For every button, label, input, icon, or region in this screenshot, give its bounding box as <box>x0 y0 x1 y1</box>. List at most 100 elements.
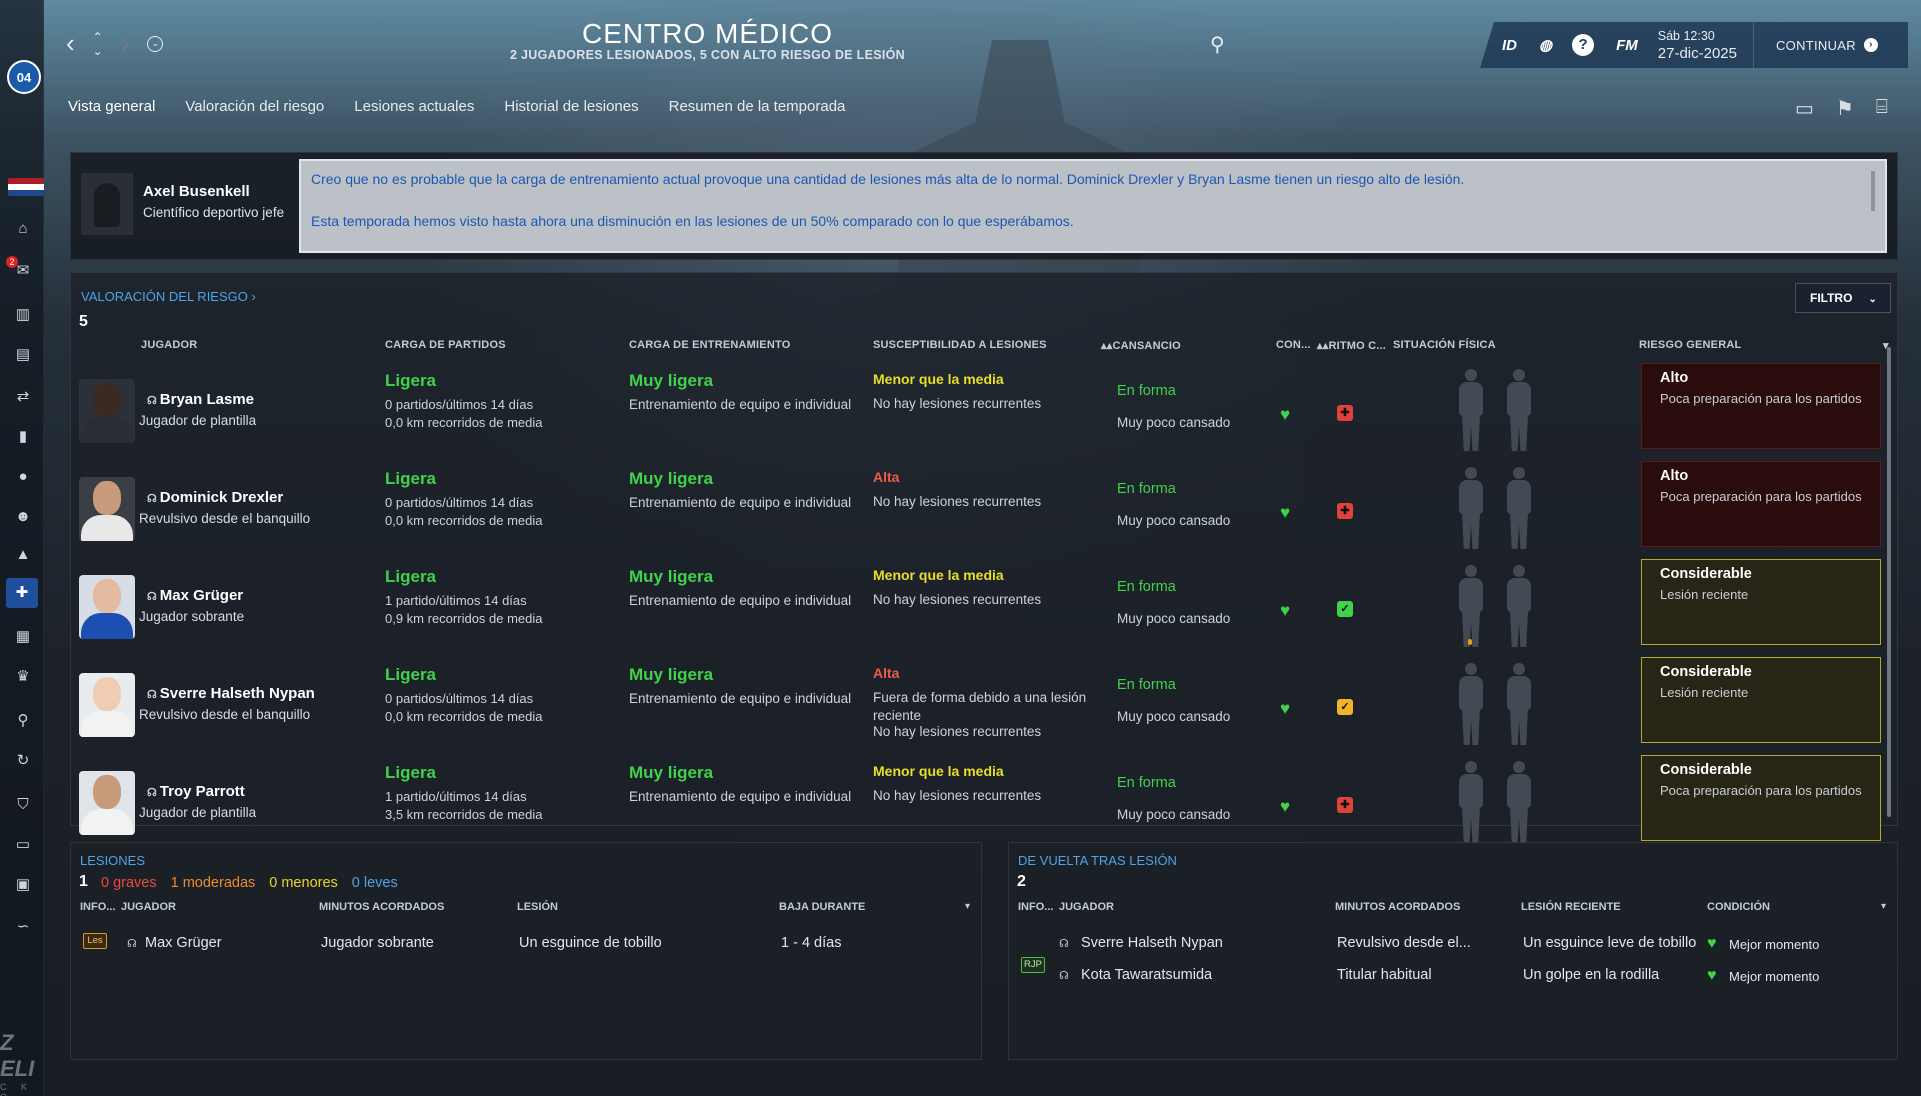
returning-player-name[interactable]: Sverre Halseth Nypan <box>1081 935 1223 951</box>
club-logo[interactable]: 04 <box>7 60 41 94</box>
briefcase-icon[interactable]: ▭ <box>12 836 34 854</box>
injuries-title[interactable]: LESIONES <box>80 853 145 868</box>
risk-table-row[interactable]: ☊ Bryan Lasme Jugador de plantilla Ligera… <box>71 357 1886 455</box>
player-name[interactable]: ☊ Dominick Drexler <box>147 489 283 506</box>
body-back-icon[interactable] <box>1503 369 1535 451</box>
column-options-caret[interactable]: ▾ <box>965 901 970 912</box>
body-front-icon[interactable] <box>1455 565 1487 647</box>
column-header-match-load[interactable]: CARGA DE PARTIDOS <box>385 339 506 351</box>
player-avatar[interactable] <box>79 673 135 737</box>
forward-arrow-icon[interactable]: › <box>121 28 130 59</box>
column-header-condition[interactable]: CONDICIÓN <box>1707 901 1770 913</box>
body-front-icon[interactable] <box>1455 761 1487 843</box>
column-header-minutes[interactable]: MINUTOS ACORDADOS <box>319 901 444 913</box>
tab-season-summary[interactable]: Resumen de la temporada <box>669 98 846 115</box>
chevron-down-icon[interactable]: ⌄ <box>147 35 164 52</box>
risk-table-row[interactable]: ☊ Sverre Halseth Nypan Revulsivo desde el… <box>71 651 1886 749</box>
flag-icon[interactable]: ⚑ <box>1836 96 1854 121</box>
trend-icon[interactable]: ∽ <box>12 918 34 936</box>
player-avatar[interactable] <box>79 771 135 835</box>
overall-risk-box[interactable]: Alto Poca preparación para los partidos <box>1641 363 1881 449</box>
column-header-player[interactable]: JUGADOR <box>141 339 197 351</box>
back-arrow-icon[interactable]: ‹ <box>66 28 75 59</box>
column-header-injury[interactable]: LESIÓN <box>517 901 558 913</box>
risk-assessment-link[interactable]: VALORACIÓN DEL RIESGO › <box>81 289 256 304</box>
squad-icon[interactable]: ▥ <box>12 306 34 324</box>
column-header-out-for[interactable]: BAJA DURANTE <box>779 901 865 913</box>
shield-icon[interactable]: ⛉ <box>12 796 34 814</box>
risk-table-row[interactable]: ☊ Max Grüger Jugador sobrante Ligera 1 pa… <box>71 553 1886 651</box>
scouting-search-icon[interactable]: ⚲ <box>12 712 34 730</box>
clipboard-icon[interactable]: ▤ <box>12 346 34 364</box>
id-icon[interactable]: ID <box>1502 37 1517 54</box>
risk-table-scrollbar[interactable] <box>1887 347 1891 817</box>
column-header-player[interactable]: JUGADOR <box>121 901 176 913</box>
body-front-icon[interactable] <box>1455 369 1487 451</box>
help-icon[interactable]: ? <box>1572 34 1595 56</box>
tab-injury-history[interactable]: Historial de lesiones <box>504 98 638 115</box>
body-back-icon[interactable] <box>1503 565 1535 647</box>
body-front-icon[interactable] <box>1455 663 1487 745</box>
injured-player-name[interactable]: Max Grüger <box>145 935 222 951</box>
tab-risk-assessment[interactable]: Valoración del riesgo <box>185 98 324 115</box>
column-header-overall-risk[interactable]: RIESGO GENERAL <box>1639 339 1741 351</box>
column-header-fatigue[interactable]: ▴▴CANSANCIO <box>1101 339 1181 352</box>
player-avatar[interactable] <box>79 477 135 541</box>
nation-flag-icon[interactable] <box>8 178 44 196</box>
body-back-icon[interactable] <box>1503 663 1535 745</box>
player-name[interactable]: ☊ Bryan Lasme <box>147 391 254 408</box>
body-back-icon[interactable] <box>1503 467 1535 549</box>
player-name[interactable]: ☊ Max Grüger <box>147 587 243 604</box>
column-header-training-load[interactable]: CARGA DE ENTRENAMIENTO <box>629 339 790 351</box>
risk-table-row[interactable]: ☊ Dominick Drexler Revulsivo desde el ban… <box>71 455 1886 553</box>
staff-avatar[interactable] <box>81 173 133 235</box>
column-header-physical[interactable]: SITUACIÓN FÍSICA <box>1393 339 1496 351</box>
medical-centre-icon[interactable]: ✚ <box>6 578 38 608</box>
column-header-info[interactable]: INFO... <box>1018 901 1053 913</box>
column-header-rhythm[interactable]: ▴▴RITMO C... <box>1317 339 1386 352</box>
tab-overview[interactable]: Vista general <box>68 98 155 115</box>
continue-button[interactable]: CONTINUAR › <box>1776 38 1878 53</box>
player-avatar[interactable] <box>79 379 135 443</box>
refresh-icon[interactable]: ↻ <box>12 752 34 770</box>
trophy-icon[interactable]: ♛ <box>12 668 34 686</box>
search-icon[interactable]: ⚲ <box>1210 32 1232 56</box>
column-header-condition[interactable]: CON... <box>1276 339 1311 351</box>
returning-player-name[interactable]: Kota Tawaratsumida <box>1081 967 1212 983</box>
staff-icon[interactable]: ☻ <box>12 508 34 526</box>
column-header-info[interactable]: INFO... <box>80 901 115 913</box>
column-header-recent-injury[interactable]: LESIÓN RECIENTE <box>1521 901 1621 913</box>
staff-name[interactable]: Axel Busenkell <box>143 183 250 200</box>
column-header-player[interactable]: JUGADOR <box>1059 901 1114 913</box>
trash-icon[interactable]: ⌸ <box>1876 96 1888 121</box>
transfers-icon[interactable]: ⇄ <box>12 388 34 406</box>
player-name[interactable]: ☊ Troy Parrott <box>147 783 245 800</box>
tab-current-injuries[interactable]: Lesiones actuales <box>354 98 474 115</box>
home-icon[interactable]: ⌂ <box>12 220 34 238</box>
finances-icon[interactable]: ▣ <box>12 876 34 894</box>
overall-risk-box[interactable]: Considerable Lesión reciente <box>1641 657 1881 743</box>
column-header-minutes[interactable]: MINUTOS ACORDADOS <box>1335 901 1460 913</box>
up-down-icon[interactable]: ⌃ ⌄ <box>93 30 103 58</box>
training-icon[interactable]: ▲ <box>12 546 34 564</box>
player-avatar[interactable] <box>79 575 135 639</box>
column-options-caret[interactable]: ▾ <box>1881 901 1886 912</box>
body-back-icon[interactable] <box>1503 761 1535 843</box>
player-name[interactable]: ☊ Sverre Halseth Nypan <box>147 685 315 702</box>
ball-icon[interactable]: ● <box>12 468 34 486</box>
fm-menu-icon[interactable]: FM <box>1616 37 1638 54</box>
globe-icon[interactable]: ◍ <box>1539 36 1552 54</box>
tactics-icon[interactable]: ▮ <box>12 428 34 446</box>
filter-button[interactable]: FILTRO ⌄ <box>1795 283 1891 313</box>
calendar-icon[interactable]: ▦ <box>12 628 34 646</box>
monitor-icon[interactable]: ▭ <box>1795 96 1814 121</box>
returning-title[interactable]: DE VUELTA TRAS LESIÓN <box>1018 853 1177 868</box>
column-header-susceptibility[interactable]: SUSCEPTIBILIDAD A LESIONES <box>873 339 1047 351</box>
overall-risk-box[interactable]: Considerable Lesión reciente <box>1641 559 1881 645</box>
overall-risk-box[interactable]: Alto Poca preparación para los partidos <box>1641 461 1881 547</box>
risk-table-row[interactable]: ☊ Troy Parrott Jugador de plantilla Liger… <box>71 749 1886 847</box>
message-scrollbar[interactable] <box>1871 171 1875 211</box>
inbox-icon[interactable]: ✉ <box>12 262 34 280</box>
overall-risk-box[interactable]: Considerable Poca preparación para los p… <box>1641 755 1881 841</box>
body-front-icon[interactable] <box>1455 467 1487 549</box>
